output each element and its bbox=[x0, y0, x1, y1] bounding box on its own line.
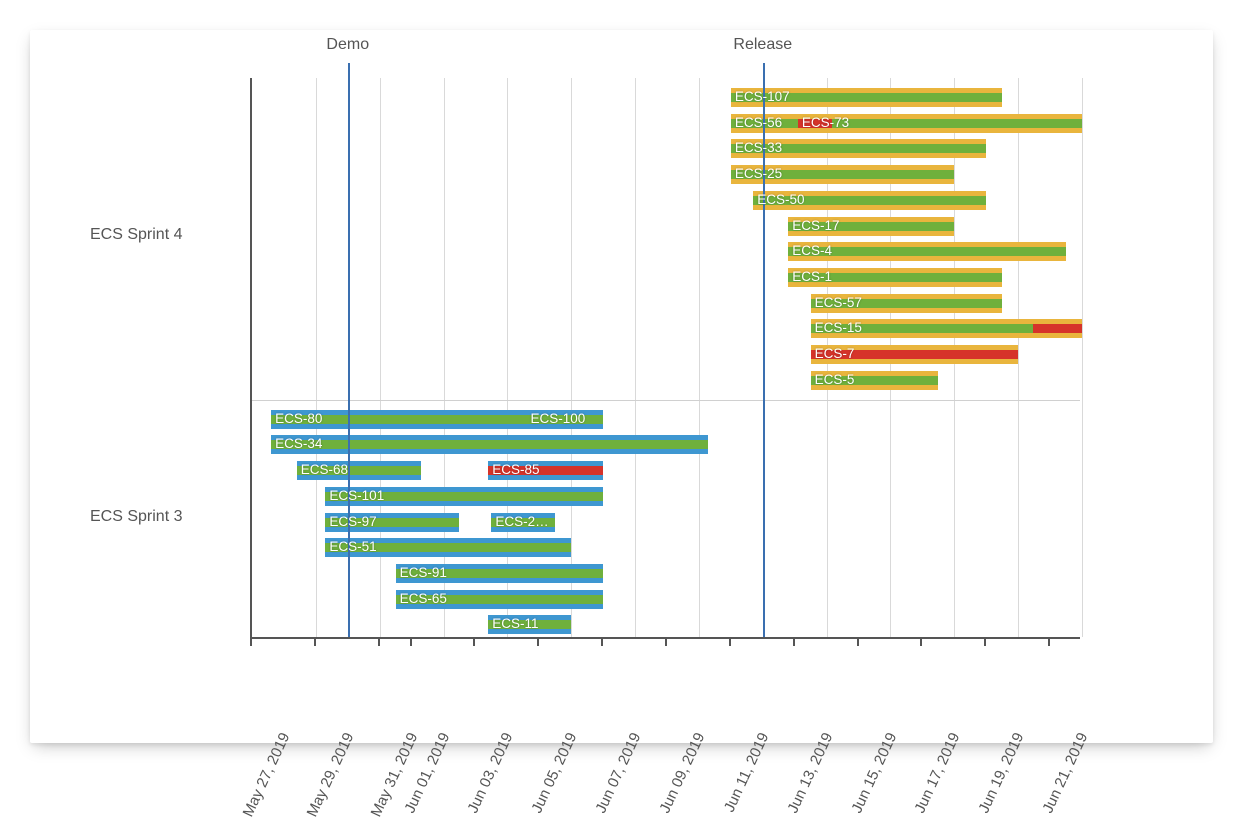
task-bar-label: ECS-2… bbox=[495, 514, 548, 529]
task-bar[interactable]: ECS-15 bbox=[811, 319, 1082, 338]
x-tick-label: Jun 21, 2019 bbox=[1030, 730, 1092, 837]
y-axis-label-sprint4: ECS Sprint 4 bbox=[90, 226, 240, 244]
task-bar[interactable]: ECS-51 bbox=[325, 538, 571, 557]
task-bar[interactable]: ECS-4 bbox=[788, 242, 1066, 261]
task-bar[interactable]: ECS-17 bbox=[788, 217, 954, 236]
task-bar[interactable]: ECS-50 bbox=[753, 191, 986, 210]
task-bar-label: ECS-50 bbox=[757, 192, 804, 207]
x-tick-label: Jun 05, 2019 bbox=[519, 730, 581, 837]
marker-line-release bbox=[763, 78, 765, 637]
x-tick-label: Jun 13, 2019 bbox=[774, 730, 836, 837]
task-bar-label: ECS-25 bbox=[735, 166, 782, 181]
task-bar[interactable]: ECS-1 bbox=[788, 268, 1002, 287]
task-bar[interactable]: ECS-33 bbox=[731, 139, 986, 158]
x-tick-label: Jun 03, 2019 bbox=[455, 730, 517, 837]
task-bar[interactable]: ECS-97 bbox=[325, 513, 459, 532]
task-bar-label: ECS-68 bbox=[301, 462, 348, 477]
task-bar[interactable]: ECS-101 bbox=[325, 487, 603, 506]
marker-label-demo: Demo bbox=[326, 36, 369, 54]
task-bar[interactable]: ECS-11 bbox=[488, 615, 571, 634]
task-bar[interactable]: ECS-65 bbox=[396, 590, 604, 609]
x-tick-label: May 29, 2019 bbox=[295, 730, 357, 837]
marker-line-demo bbox=[348, 63, 350, 78]
task-bar-label: ECS-65 bbox=[400, 591, 447, 606]
task-bar-label: ECS-56 bbox=[735, 115, 782, 130]
x-tick-label: Jun 19, 2019 bbox=[966, 730, 1028, 837]
task-bar[interactable]: ECS-85 bbox=[488, 461, 603, 480]
task-bar[interactable]: ECS-73 bbox=[798, 114, 1082, 133]
task-bar-label: ECS-107 bbox=[735, 89, 790, 104]
task-bar-label: ECS-73 bbox=[802, 115, 849, 130]
task-bar-label: ECS-51 bbox=[329, 539, 376, 554]
task-bar-label: ECS-91 bbox=[400, 565, 447, 580]
x-tick-label: Jun 15, 2019 bbox=[838, 730, 900, 837]
task-bar-label: ECS-15 bbox=[815, 320, 862, 335]
task-bar-label: ECS-5 bbox=[815, 372, 855, 387]
task-bar-label: ECS-85 bbox=[492, 462, 539, 477]
task-bar[interactable]: ECS-34 bbox=[271, 435, 708, 454]
task-bar[interactable]: ECS-100 bbox=[527, 410, 604, 429]
task-bar-label: ECS-4 bbox=[792, 243, 832, 258]
y-axis-label-sprint3: ECS Sprint 3 bbox=[90, 508, 240, 526]
task-bar-label: ECS-100 bbox=[531, 411, 586, 426]
task-bar-label: ECS-1 bbox=[792, 269, 832, 284]
task-bar[interactable]: ECS-80 bbox=[271, 410, 526, 429]
task-bar[interactable]: ECS-2… bbox=[491, 513, 555, 532]
task-bar-label: ECS-101 bbox=[329, 488, 384, 503]
task-bar-label: ECS-57 bbox=[815, 295, 862, 310]
task-bar-label: ECS-97 bbox=[329, 514, 376, 529]
x-tick-label: Jun 09, 2019 bbox=[647, 730, 709, 837]
group-divider bbox=[252, 400, 1080, 401]
task-bar-label: ECS-11 bbox=[492, 616, 538, 631]
task-bar[interactable]: ECS-5 bbox=[811, 371, 939, 390]
x-tick-label: Jun 07, 2019 bbox=[583, 730, 645, 837]
task-bar-label: ECS-34 bbox=[275, 436, 322, 451]
task-bar-label: ECS-80 bbox=[275, 411, 322, 426]
gantt-plot: DemoReleaseECS-107ECS-56ECS-73ECS-33ECS-… bbox=[250, 78, 1080, 639]
x-tick-label: May 27, 2019 bbox=[232, 730, 294, 837]
task-bar-label: ECS-17 bbox=[792, 218, 839, 233]
marker-label-release: Release bbox=[733, 36, 792, 54]
task-bar[interactable]: ECS-107 bbox=[731, 88, 1002, 107]
task-bar-label: ECS-33 bbox=[735, 140, 782, 155]
task-bar[interactable]: ECS-68 bbox=[297, 461, 422, 480]
task-bar[interactable]: ECS-57 bbox=[811, 294, 1003, 313]
x-tick-label: Jun 17, 2019 bbox=[902, 730, 964, 837]
task-bar[interactable]: ECS-91 bbox=[396, 564, 604, 583]
marker-line-release bbox=[763, 63, 765, 78]
gantt-card: ECS Sprint 4 ECS Sprint 3 Demo Release ECS… bbox=[30, 30, 1213, 743]
task-bar-label: ECS-7 bbox=[815, 346, 855, 361]
task-bar[interactable]: ECS-7 bbox=[811, 345, 1019, 364]
x-tick-label: Jun 11, 2019 bbox=[710, 730, 772, 837]
